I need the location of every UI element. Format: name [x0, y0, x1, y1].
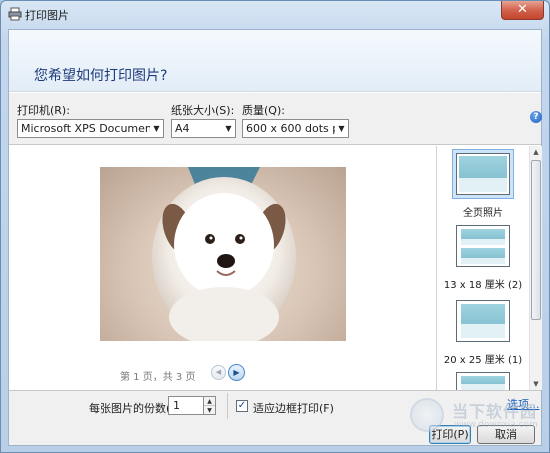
- scroll-down-icon[interactable]: ▼: [530, 378, 542, 390]
- heading-band: 您希望如何打印图片?: [9, 30, 541, 92]
- scroll-up-icon[interactable]: ▲: [530, 146, 542, 158]
- previous-page-button[interactable]: ◀: [211, 365, 226, 380]
- layout-thumbnail: [452, 368, 514, 390]
- options-link[interactable]: 选项...: [507, 396, 540, 412]
- chevron-down-icon: ▼: [222, 120, 235, 137]
- close-button[interactable]: ✕: [501, 1, 544, 20]
- quality-label: 质量(Q):: [242, 104, 285, 117]
- bottom-bar: 每张图片的份数(C): 1 ▲ ▼ ✓ 适应边框打印(F) 选项... 打印(P…: [9, 390, 541, 445]
- dialog-body: 您希望如何打印图片? 打印机(R): Microsoft XPS Documen…: [8, 29, 542, 446]
- layout-item-full-page[interactable]: 全页照片: [437, 149, 529, 219]
- layout-item-label: 全页照片: [463, 208, 503, 219]
- print-button[interactable]: 打印(P): [429, 425, 471, 444]
- cancel-button[interactable]: 取消: [477, 425, 535, 444]
- paper-size-select[interactable]: A4 ▼: [171, 119, 236, 138]
- copies-spinner[interactable]: ▲ ▼: [204, 396, 216, 415]
- help-icon[interactable]: ?: [530, 111, 542, 123]
- copies-input[interactable]: 1: [168, 396, 204, 415]
- layout-item-label: 13 x 18 厘米 (2): [443, 280, 523, 291]
- layout-item-20x25[interactable]: 20 x 25 厘米 (1): [437, 296, 529, 366]
- preview-area: 第 1 页，共 3 页 ◀ ▶: [9, 146, 434, 390]
- layout-list: 全页照片 13 x 18 厘米 (2) 20 x 25 厘米 (1) ▲ ▼: [436, 146, 542, 390]
- dialog-heading: 您希望如何打印图片?: [34, 68, 168, 84]
- layout-thumbnail: [452, 149, 514, 199]
- window-title: 打印图片: [25, 9, 69, 22]
- printer-select-value: Microsoft XPS Document Writer: [21, 122, 163, 135]
- printer-select[interactable]: Microsoft XPS Document Writer ▼: [17, 119, 164, 138]
- layout-scrollbar[interactable]: ▲ ▼: [529, 146, 542, 390]
- layout-item-more[interactable]: [437, 368, 529, 390]
- chevron-down-icon: ▼: [335, 120, 348, 137]
- chevron-down-icon: ▼: [150, 120, 163, 137]
- layout-item-13x18[interactable]: 13 x 18 厘米 (2): [437, 221, 529, 291]
- print-pictures-window: 打印图片 ✕ 您希望如何打印图片? 打印机(R): Microsoft XPS …: [0, 0, 550, 453]
- title-bar[interactable]: 打印图片 ✕: [1, 1, 549, 27]
- fit-to-frame-label: 适应边框打印(F): [253, 402, 334, 415]
- spin-down-icon[interactable]: ▼: [204, 406, 215, 415]
- printer-icon: [8, 7, 22, 21]
- paper-size-select-value: A4: [175, 122, 190, 135]
- print-options-bar: 打印机(R): Microsoft XPS Document Writer ▼ …: [9, 93, 541, 145]
- fit-to-frame-checkbox[interactable]: ✓: [236, 400, 248, 412]
- layout-thumbnail: [452, 296, 514, 346]
- printer-label: 打印机(R):: [17, 104, 70, 117]
- next-page-button[interactable]: ▶: [228, 364, 245, 381]
- layout-thumbnail: [452, 221, 514, 271]
- page-status: 第 1 页，共 3 页: [120, 372, 196, 383]
- scrollbar-thumb[interactable]: [531, 160, 541, 320]
- divider: [227, 393, 228, 419]
- spin-up-icon[interactable]: ▲: [204, 397, 215, 406]
- dog-photo-image: [152, 167, 296, 341]
- layout-item-label: 20 x 25 厘米 (1): [443, 355, 523, 366]
- preview-photo: [100, 167, 346, 341]
- quality-select[interactable]: 600 x 600 dots per inch ▼: [242, 119, 349, 138]
- quality-select-value: 600 x 600 dots per inch: [246, 122, 348, 135]
- paper-size-label: 纸张大小(S):: [171, 104, 235, 117]
